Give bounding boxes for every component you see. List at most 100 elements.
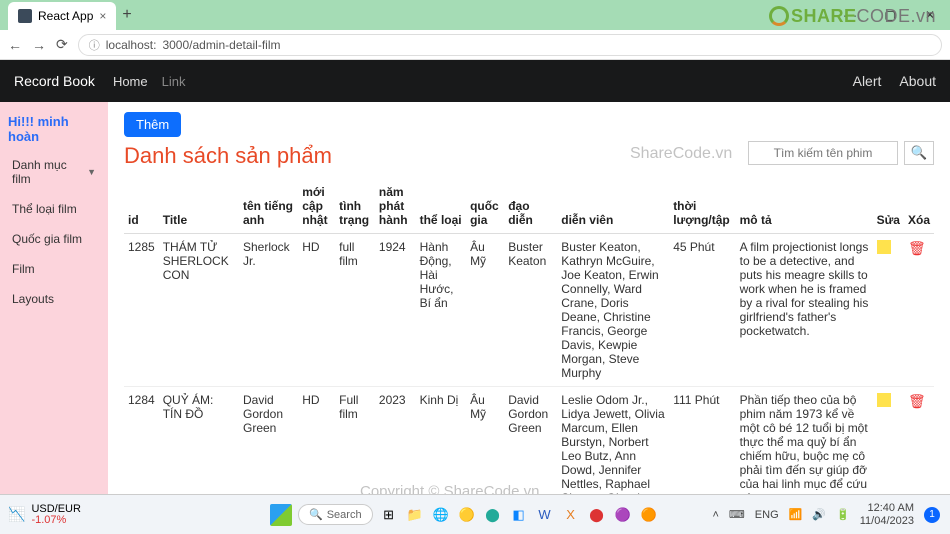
col-title: Title <box>159 179 239 234</box>
url-host: localhost: <box>106 38 157 52</box>
search-input[interactable] <box>748 141 898 165</box>
forex-icon: 📉 <box>8 506 25 523</box>
nav-home[interactable]: Home <box>113 74 148 89</box>
keyboard-icon[interactable]: ⌨ <box>729 508 745 521</box>
chrome-icon[interactable]: 🟡 <box>457 505 477 525</box>
cell-status: Full film <box>335 387 375 495</box>
col-duration: thời lượng/tập <box>669 179 735 234</box>
sidebar-item-category[interactable]: Danh mục film▼ <box>0 150 108 194</box>
cell-update: HD <box>298 387 335 495</box>
explorer-icon[interactable]: 📁 <box>405 505 425 525</box>
vscode-icon[interactable]: ◧ <box>509 505 529 525</box>
brand[interactable]: Record Book <box>14 73 95 89</box>
col-cast: diễn viên <box>557 179 669 234</box>
cell-duration: 111 Phút <box>669 387 735 495</box>
chevron-down-icon: ▼ <box>87 167 96 177</box>
delete-icon[interactable]: 🗑 <box>908 240 926 256</box>
tab-title: React App <box>38 9 93 23</box>
wifi-icon[interactable]: 📶 <box>789 508 803 521</box>
cell-director: Buster Keaton <box>504 234 557 387</box>
search-icon: 🔍 <box>911 145 928 161</box>
info-icon: ⓘ <box>89 37 100 53</box>
tab-favicon <box>18 9 32 23</box>
sound-icon[interactable]: 🔊 <box>812 508 826 521</box>
url-input[interactable]: ⓘ localhost:3000/admin-detail-film <box>78 34 942 56</box>
maximize-icon[interactable]: ▢ <box>870 0 910 30</box>
col-desc: mô tả <box>736 179 873 234</box>
delete-icon[interactable]: 🗑 <box>908 393 926 409</box>
address-bar: ← → ⟳ ⓘ localhost:3000/admin-detail-film <box>0 30 950 60</box>
cell-country: Âu Mỹ <box>466 234 504 387</box>
nav-alert[interactable]: Alert <box>853 73 882 89</box>
cell-cast: Leslie Odom Jr., Lidya Jewett, Olivia Ma… <box>557 387 669 495</box>
col-director: đạo diễn <box>504 179 557 234</box>
browser-titlebar: React App × + — ▢ ✕ <box>0 0 950 30</box>
xampp-icon[interactable]: X <box>561 505 581 525</box>
cell-title: THÁM TỬ SHERLOCK CON <box>159 234 239 387</box>
cell-duration: 45 Phút <box>669 234 735 387</box>
clock[interactable]: 12:40 AM 11/04/2023 <box>860 502 914 526</box>
add-button[interactable]: Thêm <box>124 112 181 137</box>
tray-up-icon[interactable]: ˄ <box>712 509 718 521</box>
sidebar-item-country[interactable]: Quốc gia film <box>0 224 108 254</box>
search-icon: 🔍 <box>309 508 323 521</box>
app4-icon[interactable]: 🟠 <box>639 505 659 525</box>
battery-icon[interactable]: 🔋 <box>836 508 850 521</box>
cell-eng: Sherlock Jr. <box>239 234 298 387</box>
edge-icon[interactable]: 🌐 <box>431 505 451 525</box>
col-year: năm phát hành <box>375 179 416 234</box>
cell-year: 2023 <box>375 387 416 495</box>
film-table: id Title tên tiếng anh mới cập nhật tình… <box>124 179 934 494</box>
cell-id: 1284 <box>124 387 159 495</box>
taskbar-search[interactable]: 🔍 Search <box>298 504 373 525</box>
col-country: quốc gia <box>466 179 504 234</box>
app3-icon[interactable]: 🟣 <box>613 505 633 525</box>
browser-tab[interactable]: React App × <box>8 2 116 30</box>
edit-icon[interactable] <box>877 393 891 407</box>
tab-close-icon[interactable]: × <box>99 9 106 23</box>
start-icon[interactable] <box>270 504 292 526</box>
minimize-icon[interactable]: — <box>830 0 870 30</box>
sidebar-item-layouts[interactable]: Layouts <box>0 284 108 314</box>
col-update: mới cập nhật <box>298 179 335 234</box>
cell-eng: David Gordon Green <box>239 387 298 495</box>
page-title: Danh sách sản phẩm <box>124 143 332 169</box>
sidebar-item-film[interactable]: Film <box>0 254 108 284</box>
col-del: Xóa <box>904 179 934 234</box>
lang-indicator[interactable]: ENG <box>755 509 779 521</box>
taskbar: 📉 USD/EUR -1.07% 🔍 Search ⊞ 📁 🌐 🟡 ⬤ ◧ W … <box>0 494 950 534</box>
cell-desc: A film projectionist longs to be a detec… <box>736 234 873 387</box>
cell-desc: Phần tiếp theo của bộ phim năm 1973 kể v… <box>736 387 873 495</box>
table-row: 1284QUỶ ÁM: TÍN ĐỒDavid Gordon GreenHDFu… <box>124 387 934 495</box>
sidebar: Hi!!! minh hoàn Danh mục film▼ Thể loại … <box>0 102 108 494</box>
app-navbar: Record Book Home Link Alert About <box>0 60 950 102</box>
col-genre: thể loại <box>416 179 466 234</box>
app2-icon[interactable]: ⬤ <box>587 505 607 525</box>
col-status: tình trạng <box>335 179 375 234</box>
cell-status: full film <box>335 234 375 387</box>
notification-badge[interactable]: 1 <box>924 507 940 523</box>
word-icon[interactable]: W <box>535 505 555 525</box>
back-icon[interactable]: ← <box>8 37 22 53</box>
app-icon[interactable]: ⬤ <box>483 505 503 525</box>
nav-about[interactable]: About <box>899 73 936 89</box>
sidebar-item-genre[interactable]: Thể loại film <box>0 194 108 224</box>
new-tab-icon[interactable]: + <box>122 6 131 24</box>
forward-icon[interactable]: → <box>32 37 46 53</box>
window-controls: — ▢ ✕ <box>830 0 950 30</box>
close-icon[interactable]: ✕ <box>910 0 950 30</box>
col-edit: Sửa <box>873 179 904 234</box>
search-button[interactable]: 🔍 <box>904 141 934 165</box>
edit-icon[interactable] <box>877 240 891 254</box>
reload-icon[interactable]: ⟳ <box>56 36 68 53</box>
greeting: Hi!!! minh hoàn <box>0 108 108 150</box>
cell-title: QUỶ ÁM: TÍN ĐỒ <box>159 387 239 495</box>
cell-id: 1285 <box>124 234 159 387</box>
table-row: 1285THÁM TỬ SHERLOCK CONSherlock Jr.HDfu… <box>124 234 934 387</box>
cell-update: HD <box>298 234 335 387</box>
task-view-icon[interactable]: ⊞ <box>379 505 399 525</box>
cell-cast: Buster Keaton, Kathryn McGuire, Joe Keat… <box>557 234 669 387</box>
nav-link[interactable]: Link <box>162 74 186 89</box>
forex-widget[interactable]: USD/EUR -1.07% <box>31 504 81 526</box>
cell-genre: Kinh Dị <box>416 387 466 495</box>
